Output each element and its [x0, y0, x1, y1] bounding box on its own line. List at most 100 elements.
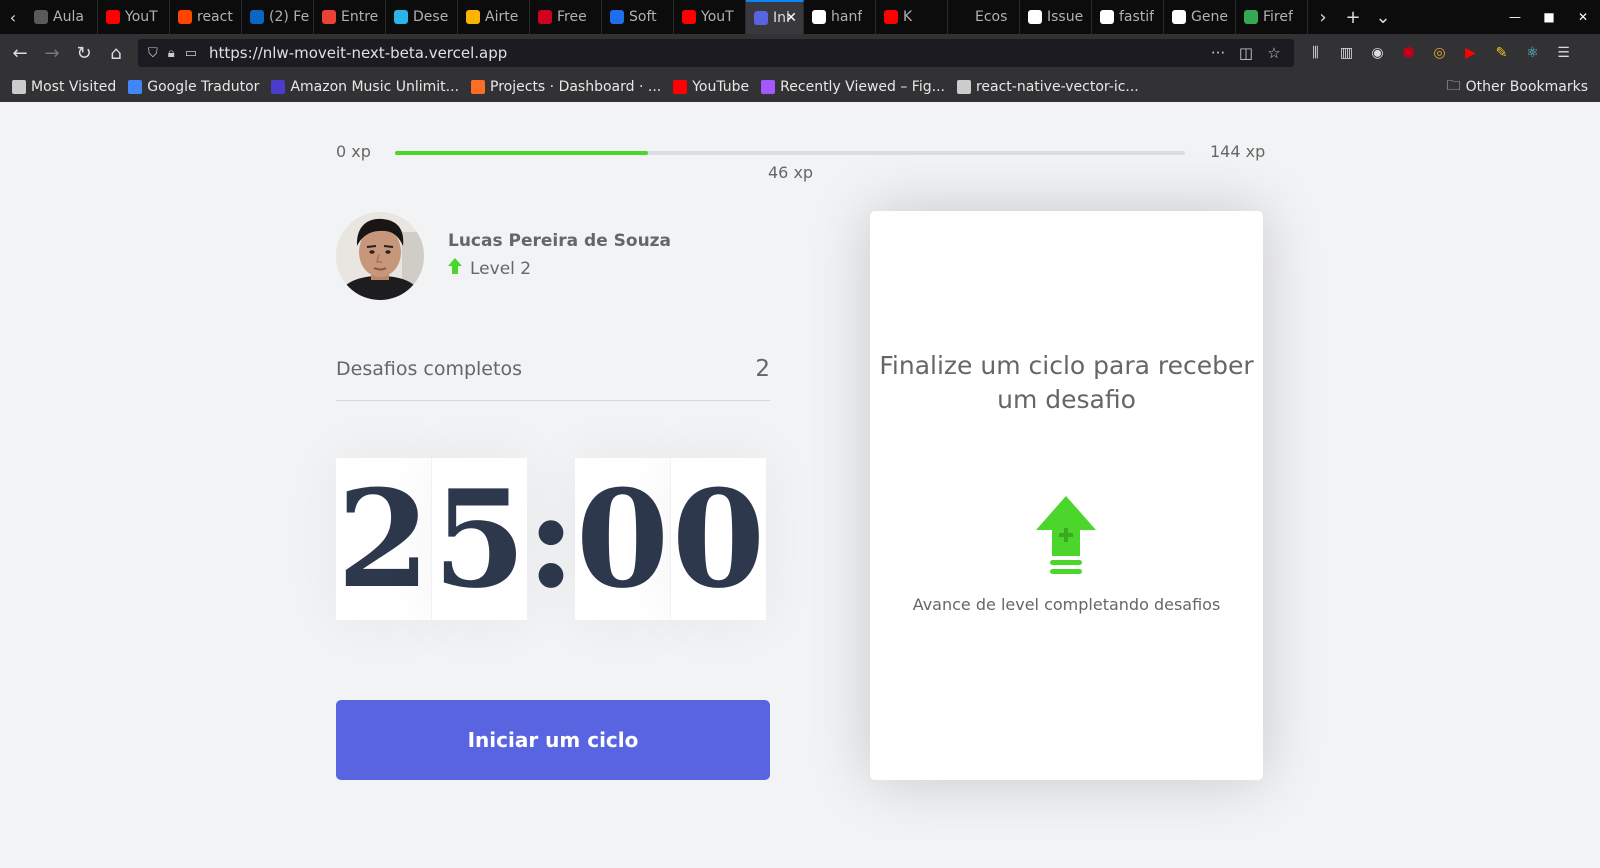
browser-tab[interactable]: fastif — [1092, 0, 1164, 34]
page-icon — [1172, 10, 1186, 24]
bookmark-item[interactable]: YouTube — [673, 79, 749, 95]
airtable-icon — [466, 10, 480, 24]
browser-tab[interactable]: Soft — [602, 0, 674, 34]
home-button[interactable]: ⌂ — [100, 37, 132, 69]
browser-tab[interactable]: hanf — [804, 0, 876, 34]
level-label: Level 2 — [470, 258, 532, 279]
google-translate-icon — [128, 80, 143, 94]
close-tab-icon[interactable]: ✕ — [785, 10, 797, 26]
bookmark-item[interactable]: Projects · Dashboard · ... — [471, 79, 661, 95]
tab-label: Aula — [53, 9, 84, 25]
bookmark-star-icon[interactable]: ☆ — [1260, 44, 1288, 62]
bookmark-label: react-native-vector-ic... — [975, 79, 1139, 95]
other-bookmarks[interactable]: 🗀︎ Other Bookmarks — [1447, 72, 1588, 102]
page-info-icon[interactable]: ▭ — [185, 46, 197, 61]
reload-button[interactable]: ↻ — [68, 37, 100, 69]
browser-tab[interactable]: react — [170, 0, 242, 34]
browser-tab[interactable]: Aula — [26, 0, 98, 34]
tabs-list: Aula YouT react (2) Fe Entre Dese Airte Free Sof… — [26, 0, 1308, 34]
tab-label: react — [197, 9, 233, 25]
tab-label: fastif — [1119, 9, 1155, 25]
youtube-extension-icon[interactable]: ▶ — [1455, 45, 1486, 61]
browser-tab[interactable]: YouT — [98, 0, 170, 34]
amazon-music-icon — [271, 80, 286, 94]
xp-max-label: 144 xp — [1210, 142, 1266, 161]
tab-label: Free — [557, 9, 587, 25]
youtube-icon — [106, 10, 120, 24]
bookmark-item[interactable]: Recently Viewed – Fig... — [761, 79, 945, 95]
tab-label: Airte — [485, 9, 519, 25]
gitlab-icon — [471, 80, 486, 94]
play-store-icon — [1244, 10, 1258, 24]
minutes-ones-digit: 5 — [431, 458, 527, 620]
browser-tab[interactable]: Dese — [386, 0, 458, 34]
bookmarks-toolbar: Most Visited Google Tradutor Amazon Music … — [0, 72, 1600, 102]
shield-icon[interactable]: ⛉ — [148, 46, 158, 61]
browser-tab[interactable]: Gene — [1164, 0, 1236, 34]
figma-icon — [761, 80, 776, 94]
library-icon[interactable]: ⫼ — [1300, 45, 1331, 61]
close-window-button[interactable]: ✕ — [1566, 10, 1600, 24]
sidebar-icon[interactable]: ▥ — [1331, 45, 1362, 61]
browser-tab[interactable]: Airte — [458, 0, 530, 34]
react-devtools-icon[interactable]: ⚛ — [1517, 45, 1548, 61]
tabs-scroll-left-button[interactable]: ‹ — [0, 0, 26, 34]
browser-tab[interactable]: K — [876, 0, 948, 34]
bookmark-item[interactable]: react-native-vector-ic... — [956, 79, 1139, 95]
address-bar[interactable]: ⛉ 🔒︎ ▭ https://nlw-moveit-next-beta.verc… — [138, 39, 1294, 67]
completed-challenges-label: Desafios completos — [336, 358, 522, 380]
bookmark-label: Google Tradutor — [147, 79, 260, 95]
pocket-icon[interactable]: ◫ — [1232, 44, 1260, 62]
browser-tab[interactable]: Ecos — [948, 0, 1020, 34]
countdown-minutes: 2 5 — [336, 458, 527, 620]
list-all-tabs-button[interactable]: ⌄ — [1368, 7, 1398, 28]
ublock-extension-icon[interactable]: ⬢ — [1393, 45, 1424, 61]
tab-label: Soft — [629, 9, 657, 25]
browser-tab[interactable]: (2) Fe — [242, 0, 314, 34]
challenge-box-title: Finalize um ciclo para receber um desafi… — [879, 351, 1254, 414]
bookmark-label: Recently Viewed – Fig... — [780, 79, 945, 95]
navigation-toolbar: ← → ↻ ⌂ ⛉ 🔒︎ ▭ https://nlw-moveit-next-b… — [0, 34, 1600, 72]
lock-icon[interactable]: 🔒︎ — [168, 46, 175, 61]
tab-label: Dese — [413, 9, 449, 25]
browser-tab[interactable]: Issue — [1020, 0, 1092, 34]
completed-challenges-count: 2 — [755, 356, 770, 382]
bookmark-label: Projects · Dashboard · ... — [490, 79, 662, 95]
browser-tab[interactable]: Free — [530, 0, 602, 34]
tabs-scroll-right-button[interactable]: › — [1308, 7, 1338, 28]
url-text[interactable]: https://nlw-moveit-next-beta.vercel.app — [209, 44, 507, 62]
minimize-button[interactable]: — — [1498, 10, 1532, 24]
minutes-tens-digit: 2 — [336, 458, 431, 620]
forward-button[interactable]: → — [36, 37, 68, 69]
tab-label: (2) Fe — [269, 9, 310, 25]
youtube-icon — [673, 80, 688, 94]
browser-tab[interactable]: Firef — [1236, 0, 1308, 34]
linkedin-icon — [250, 10, 264, 24]
menu-icon[interactable]: ☰ — [1548, 45, 1579, 61]
bookmark-item[interactable]: Amazon Music Unlimit... — [271, 79, 459, 95]
level-up-arrow-icon — [448, 258, 462, 279]
xp-progress-fill — [395, 151, 648, 155]
page-actions-icon[interactable]: ··· — [1204, 44, 1232, 62]
moveit-icon — [754, 11, 768, 25]
maximize-button[interactable]: ■ — [1532, 10, 1566, 24]
bookmark-item[interactable]: Most Visited — [12, 79, 116, 95]
browser-tab[interactable]: Ini ✕ — [746, 0, 804, 34]
bookmark-item[interactable]: Google Tradutor — [128, 79, 259, 95]
snowflake-icon — [394, 10, 408, 24]
start-cycle-button[interactable]: Iniciar um ciclo — [336, 700, 770, 780]
globe-icon — [956, 80, 971, 94]
back-button[interactable]: ← — [4, 37, 36, 69]
challenge-box-hint: Avance de level completando desafios — [912, 595, 1221, 614]
challenge-box: Finalize um ciclo para receber um desafi… — [870, 211, 1263, 780]
new-tab-button[interactable]: + — [1338, 7, 1368, 28]
browser-tab[interactable]: Entre — [314, 0, 386, 34]
github-icon — [812, 10, 826, 24]
divider — [336, 400, 770, 401]
account-icon[interactable]: ◉ — [1362, 45, 1393, 61]
window-controls: — ■ ✕ — [1498, 0, 1600, 34]
page-icon — [34, 10, 48, 24]
browser-tab[interactable]: YouT — [674, 0, 746, 34]
extension-icon[interactable]: ✎ — [1486, 45, 1517, 61]
extension-icon[interactable]: ◎ — [1424, 45, 1455, 61]
